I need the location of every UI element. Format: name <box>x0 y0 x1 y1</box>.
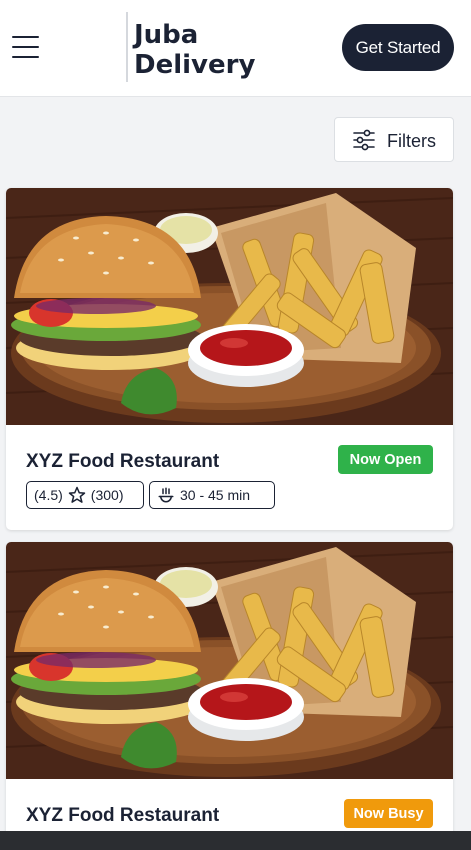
site-header: Juba Delivery Get Started <box>0 0 471 97</box>
review-count: (300) <box>90 487 124 503</box>
filters-label: Filters <box>387 131 436 151</box>
burger-and-fries-photo <box>6 542 453 779</box>
brand-line-1: Juba <box>134 20 199 50</box>
get-started-button[interactable]: Get Started <box>342 24 454 71</box>
restaurant-name: XYZ Food Restaurant <box>26 451 220 472</box>
brand-line-2: Delivery <box>134 50 256 80</box>
filters-button[interactable]: Filters <box>334 117 454 162</box>
restaurant-card[interactable]: XYZ Food Restaurant Now Open (4.5) (300)… <box>6 188 453 530</box>
star-icon <box>68 486 86 503</box>
brand-logo[interactable]: Juba Delivery <box>134 20 304 80</box>
rating-pill: (4.5) (300) <box>26 481 144 509</box>
sliders-icon <box>353 129 375 151</box>
dish-icon <box>158 487 174 503</box>
burger-and-fries-photo <box>6 188 453 425</box>
restaurant-card[interactable]: XYZ Food Restaurant Now Busy <box>6 542 453 831</box>
hamburger-menu-icon[interactable] <box>12 36 39 58</box>
delivery-time: 30 - 45 min <box>180 487 251 503</box>
status-badge: Now Open <box>338 445 433 474</box>
restaurant-name: XYZ Food Restaurant <box>26 805 220 826</box>
status-badge: Now Busy <box>344 799 433 828</box>
app-viewport: Juba Delivery Get Started Filters XYZ Fo… <box>0 0 471 831</box>
delivery-time-pill: 30 - 45 min <box>149 481 275 509</box>
bottom-bar <box>0 831 471 850</box>
rating-value: (4.5) <box>34 487 63 503</box>
brand-divider <box>126 12 128 82</box>
